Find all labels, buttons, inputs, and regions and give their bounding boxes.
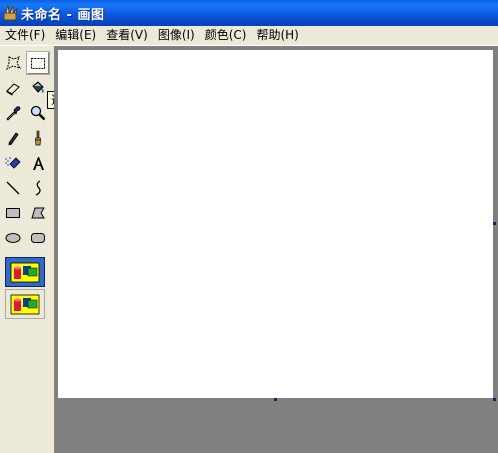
rectangle-icon bbox=[6, 208, 20, 218]
resize-handle-corner[interactable] bbox=[493, 398, 496, 401]
tool-fill[interactable] bbox=[27, 77, 49, 99]
transparent-selection-icon bbox=[10, 294, 40, 315]
paint-icon[interactable] bbox=[3, 4, 19, 21]
tool-text[interactable] bbox=[27, 152, 49, 174]
menu-bar: 文件(F) 编辑(E) 查看(V) 图像(I) 颜色(C) 帮助(H) bbox=[0, 26, 498, 45]
text-icon bbox=[33, 157, 44, 170]
eyedropper-icon bbox=[6, 106, 21, 121]
tool-rectangle[interactable] bbox=[2, 202, 24, 224]
workspace[interactable] bbox=[54, 46, 498, 453]
tool-brush[interactable] bbox=[27, 127, 49, 149]
option-transparent-selection[interactable] bbox=[5, 289, 45, 319]
tool-box bbox=[0, 46, 54, 453]
magnifier-icon bbox=[30, 105, 46, 121]
ellipse-icon bbox=[5, 233, 21, 243]
tool-rect-select[interactable] bbox=[26, 51, 50, 75]
polygon-icon bbox=[31, 207, 45, 219]
tool-airbrush[interactable] bbox=[2, 152, 24, 174]
tool-pick-color[interactable] bbox=[2, 102, 24, 124]
tool-free-form-select[interactable] bbox=[2, 52, 24, 74]
resize-handle-right[interactable] bbox=[493, 222, 496, 225]
menu-image[interactable]: 图像(I) bbox=[155, 26, 198, 45]
title-bar[interactable]: 未命名 - 画图 bbox=[0, 0, 498, 26]
rounded-rect-icon bbox=[31, 233, 45, 243]
drawing-canvas[interactable] bbox=[58, 50, 493, 398]
airbrush-icon bbox=[5, 157, 21, 169]
tool-magnifier[interactable] bbox=[27, 102, 49, 124]
rect-select-icon bbox=[31, 58, 45, 69]
menu-help[interactable]: 帮助(H) bbox=[253, 26, 301, 45]
eraser-icon bbox=[6, 83, 20, 96]
freeform-select-icon bbox=[6, 56, 21, 70]
fill-bucket-icon bbox=[32, 81, 44, 93]
tool-curve[interactable] bbox=[27, 177, 49, 199]
curve-icon bbox=[35, 180, 41, 196]
tool-ellipse[interactable] bbox=[2, 227, 24, 249]
line-icon bbox=[6, 181, 20, 195]
resize-handle-bottom[interactable] bbox=[274, 398, 277, 401]
tool-rounded-rectangle[interactable] bbox=[27, 227, 49, 249]
tool-polygon[interactable] bbox=[27, 202, 49, 224]
menu-file[interactable]: 文件(F) bbox=[2, 26, 48, 45]
pencil-icon bbox=[8, 132, 19, 146]
window-title: 未命名 - 画图 bbox=[21, 8, 105, 23]
tool-line[interactable] bbox=[2, 177, 24, 199]
brush-icon bbox=[35, 130, 41, 146]
option-opaque-selection[interactable] bbox=[5, 257, 45, 287]
tool-eraser[interactable] bbox=[2, 77, 24, 99]
opaque-selection-icon bbox=[10, 262, 40, 283]
menu-view[interactable]: 查看(V) bbox=[103, 26, 151, 45]
tool-pencil[interactable] bbox=[2, 127, 24, 149]
menu-edit[interactable]: 编辑(E) bbox=[52, 26, 99, 45]
menu-colors[interactable]: 颜色(C) bbox=[202, 26, 250, 45]
